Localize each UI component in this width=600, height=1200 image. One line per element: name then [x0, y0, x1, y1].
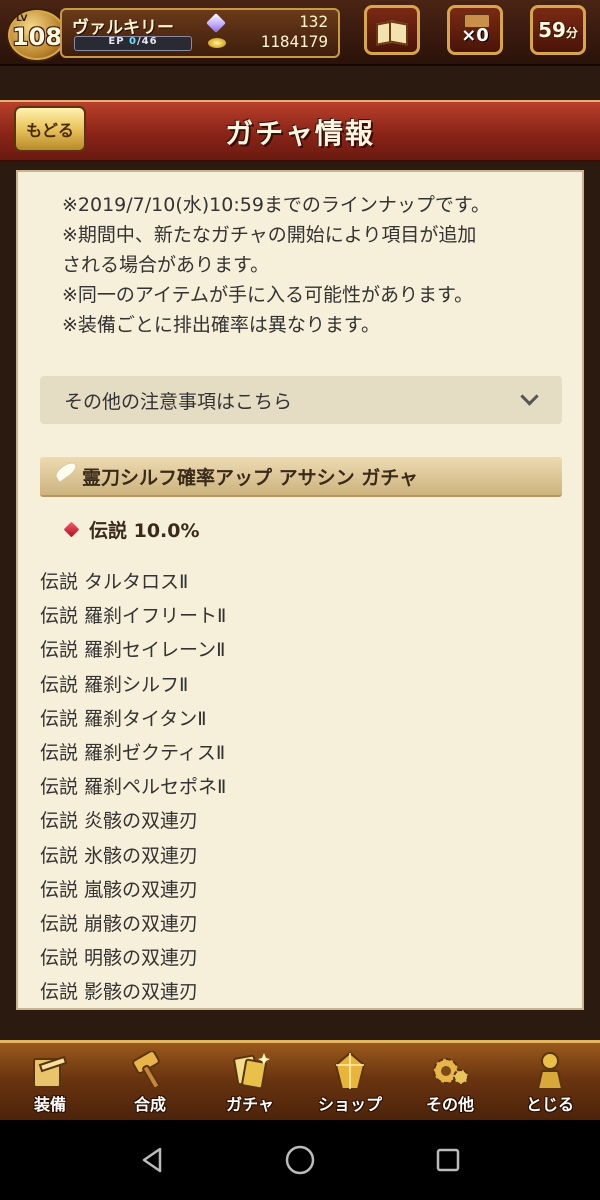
accordion-label: その他の注意事項はこちら [64, 391, 293, 413]
other-notes-accordion[interactable]: その他の注意事項はこちら [40, 376, 562, 424]
notice-line: ※装備ごとに排出確率は異なります。 [62, 314, 381, 336]
status-bar: LV 108 ヴァルキリー EP 0/46 132 1184179 ×0 59分 [0, 0, 600, 66]
equipment-icon [33, 1055, 68, 1088]
chevron-down-icon [520, 387, 539, 406]
list-item: 伝説 タルタロスⅡ [40, 571, 189, 593]
stamina-value: 59 [538, 18, 566, 42]
list-item: 伝説 崩骸の双連刃 [40, 912, 199, 935]
level-value: 108 [11, 23, 63, 51]
ticket-icon [464, 14, 490, 28]
list-item: 伝説 炎骸の双連刃 [40, 810, 199, 833]
notice-line: される場合があります。 [62, 254, 270, 276]
recent-apps-icon[interactable] [432, 1144, 464, 1176]
list-item: 伝説 羅刹イフリートⅡ [40, 605, 227, 628]
gem-count: 132 [299, 12, 328, 31]
ep-current: 0 [129, 36, 138, 47]
ep-progress-bar: EP 0/46 [74, 36, 192, 51]
rarity-rate: 伝説 10.0% [63, 516, 200, 543]
ruby-icon [63, 521, 80, 538]
ep-label: EP [108, 36, 125, 47]
gacha-info-panel[interactable]: ※2019/7/10(水)10:59までのラインナップです。 ※期間中、新たなガ… [16, 170, 584, 1010]
list-item: 伝説 明骸の双連刃 [40, 947, 199, 970]
bottom-spacer [0, 1010, 600, 1040]
ticket-button[interactable]: ×0 [447, 5, 503, 55]
system-nav-bar [0, 1120, 600, 1200]
open-book-icon [376, 18, 408, 42]
list-item: 伝説 嵐骸の双連刃 [40, 878, 199, 901]
notice-line: ※同一のアイテムが手に入る可能性があります。 [62, 284, 474, 306]
gacha-cards-icon [233, 1053, 270, 1090]
gacha-title: 霊刀シルフ確率アップ アサシン ガチャ [82, 467, 419, 489]
stamina-timer-button[interactable]: 59分 [530, 5, 586, 55]
nav-equipment[interactable]: 装備 [5, 1043, 95, 1123]
nav-label: ガチャ [226, 1095, 274, 1114]
page-title: ガチャ情報 [225, 117, 375, 150]
bottom-nav: 装備 合成 ガチャ ショップ その他 とじる [0, 1040, 600, 1123]
level-badge: LV 108 [6, 8, 68, 62]
nav-label: その他 [425, 1095, 474, 1114]
gear-icon [433, 1058, 469, 1085]
nav-label: ショップ [317, 1095, 382, 1114]
book-button[interactable] [364, 5, 420, 55]
player-name: ヴァルキリー [72, 18, 174, 38]
notice-list: ※2019/7/10(水)10:59までのラインナップです。 ※期間中、新たなガ… [62, 190, 562, 340]
nav-shop[interactable]: ショップ [305, 1043, 395, 1123]
list-item: 伝説 氷骸の双連刃 [40, 844, 199, 867]
nav-label: 装備 [33, 1095, 66, 1114]
list-item: 伝説 影骸の双連刃 [40, 981, 199, 1004]
close-figure-icon [536, 1052, 564, 1090]
stamina-timer: 59分 [538, 18, 578, 42]
home-circle-icon[interactable] [284, 1144, 316, 1176]
stamina-unit: 分 [565, 26, 578, 40]
gold-count: 1184179 [260, 32, 328, 51]
back-triangle-icon[interactable] [136, 1144, 168, 1176]
player-info-panel: ヴァルキリー EP 0/46 132 1184179 [60, 8, 340, 58]
list-item: 伝説 羅刹セイレーンⅡ [40, 639, 226, 662]
nav-gacha[interactable]: ガチャ [205, 1043, 295, 1123]
feather-icon [52, 459, 80, 483]
list-item: 伝説 羅刹タイタンⅡ [40, 707, 207, 730]
gem-icon [206, 13, 226, 33]
rarity-label: 伝説 10.0% [89, 520, 200, 542]
gold-coin-icon [208, 38, 226, 48]
gacha-section-header: 霊刀シルフ確率アップ アサシン ガチャ [40, 457, 562, 497]
header-banner: ガチャ情報 [0, 100, 600, 162]
list-item: 伝説 羅刹ゼクティスⅡ [40, 741, 226, 764]
crystal-shop-icon [334, 1051, 366, 1090]
nav-other[interactable]: その他 [405, 1043, 495, 1123]
ep-text: EP 0/46 [75, 36, 191, 47]
item-list: 伝説 タルタロスⅡ 伝説 羅刹イフリートⅡ 伝説 羅刹セイレーンⅡ 伝説 羅刹シ… [40, 565, 560, 1008]
hammer-icon [132, 1051, 160, 1090]
list-item: 伝説 羅刹シルフⅡ [40, 673, 189, 696]
ep-max: /46 [137, 36, 158, 47]
back-button[interactable]: もどる [14, 106, 86, 152]
list-item: 伝説 羅刹ペルセポネⅡ [40, 776, 227, 799]
notice-line: ※2019/7/10(水)10:59までのラインナップです。 [62, 194, 491, 216]
nav-label: とじる [525, 1095, 574, 1114]
notice-line: ※期間中、新たなガチャの開始により項目が追加 [62, 224, 477, 246]
nav-close[interactable]: とじる [505, 1043, 595, 1123]
nav-synthesis[interactable]: 合成 [105, 1043, 195, 1123]
nav-label: 合成 [133, 1095, 166, 1114]
